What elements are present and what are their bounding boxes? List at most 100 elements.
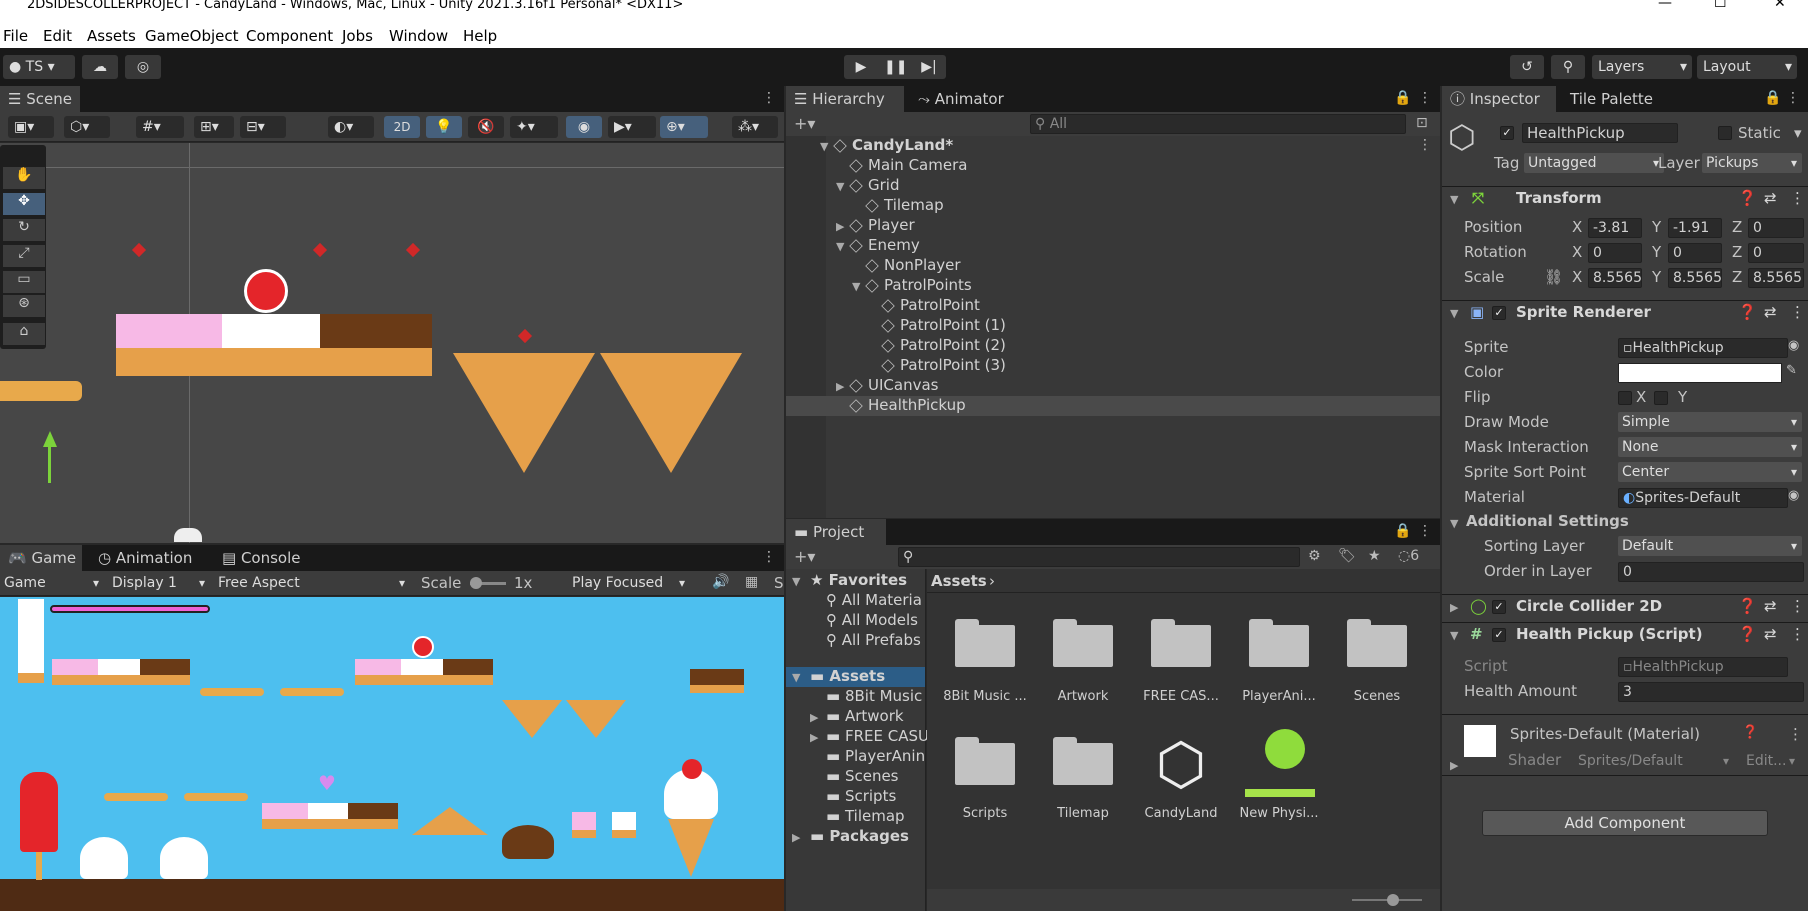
constrain-proportions-icon[interactable]: ⛓ [1544, 268, 1563, 286]
filter-type-icon[interactable]: ⚙ [1308, 548, 1321, 564]
additional-settings-label[interactable]: Additional Settings [1466, 512, 1629, 530]
close-icon[interactable]: ✕ [1774, 0, 1786, 10]
hierarchy-row[interactable]: HealthPickup [786, 396, 1440, 416]
tree-folder[interactable]: ▬ PlayerAnin [826, 747, 925, 765]
overlay-icon[interactable]: ⁂▾ [732, 116, 778, 138]
hierarchy-row[interactable]: Main Camera [786, 156, 1440, 176]
rotate-tool-icon[interactable]: ↻ [3, 219, 45, 241]
assets-tree-label[interactable]: ▬ Assets [810, 667, 885, 685]
visibility-icon[interactable]: ◉ [566, 116, 602, 138]
component-menu-icon[interactable]: ⋮ [1790, 189, 1805, 207]
tree-folder[interactable]: ▬ Scenes [826, 767, 899, 785]
shader-dropdown[interactable]: Sprites/Default [1574, 751, 1734, 771]
patrol-point-gizmo[interactable] [405, 242, 421, 258]
gizmos-label[interactable]: S [774, 574, 784, 592]
favorite-all-materials[interactable]: ⚲ All Materia [826, 591, 922, 609]
scene-viewport[interactable]: ✋ ✥ ↻ ⤢ ▭ ⊛ ⌂ [0, 143, 784, 543]
collapse-arrow-icon[interactable]: ▼ [852, 280, 860, 293]
hierarchy-row[interactable]: ▼ CandyLand* ⋮ [786, 136, 1440, 156]
game-view-dropdown[interactable]: Game [0, 573, 104, 593]
rotation-x-field[interactable]: 0 [1588, 243, 1642, 263]
grid-icon[interactable]: ⊞▾ [194, 116, 234, 138]
sprite-sort-point-dropdown[interactable]: Center [1618, 462, 1802, 482]
camera-icon[interactable]: ▶▾ [608, 116, 656, 138]
health-amount-field[interactable]: 3 [1618, 682, 1804, 702]
tab-console[interactable]: ▤ Console [214, 545, 301, 571]
hierarchy-row[interactable]: ▼ Enemy [786, 236, 1440, 256]
lighting-icon[interactable]: 💡 [426, 116, 462, 138]
tree-folder[interactable]: ▬ Artwork [826, 707, 904, 725]
grid-snap-icon[interactable]: #▾ [136, 116, 184, 138]
hierarchy-row[interactable]: ▼ PatrolPoints [786, 276, 1440, 296]
favorite-all-models[interactable]: ⚲ All Models [826, 611, 918, 629]
move-tool-icon[interactable]: ✥ [3, 193, 45, 215]
component-menu-icon[interactable]: ⋮ [1790, 303, 1805, 321]
step-button[interactable]: ▶| [912, 55, 946, 79]
script-enabled-checkbox[interactable]: ✓ [1492, 628, 1506, 642]
collab-icon[interactable]: ◎ [125, 55, 161, 79]
folder-icon[interactable] [1347, 619, 1407, 667]
preset-icon[interactable]: ⇄ [1764, 303, 1777, 321]
preset-icon[interactable]: ⇄ [1764, 189, 1777, 207]
scene-menu-icon[interactable]: ⋮ [762, 90, 776, 106]
help-icon[interactable]: ❓ [1738, 303, 1757, 321]
health-pickup-script-header[interactable]: ▼ # ✓ Health Pickup (Script) ❓ ⇄ ⋮ [1442, 622, 1808, 646]
circle-collider-enabled-checkbox[interactable]: ✓ [1492, 600, 1506, 614]
custom-tool-icon[interactable]: ⌂ [3, 323, 45, 345]
inspector-menu-icon[interactable]: ⋮ [1786, 90, 1800, 106]
transform-header[interactable]: ▼ ⤧ Transform ❓ ⇄ ⋮ [1442, 186, 1808, 210]
hierarchy-row[interactable]: NonPlayer [786, 256, 1440, 276]
display-dropdown[interactable]: Display 1 [108, 573, 210, 593]
tree-folder[interactable]: ▬ Tilemap [826, 807, 905, 825]
scale-tool-icon[interactable]: ⤢ [3, 245, 45, 267]
material-picker-icon[interactable]: ◉ [1788, 488, 1799, 503]
physics-material-icon[interactable] [1265, 729, 1305, 769]
folder-icon[interactable] [1151, 619, 1211, 667]
shader-edit-button[interactable]: Edit... [1742, 751, 1800, 771]
mask-interaction-dropdown[interactable]: None [1618, 437, 1802, 457]
component-menu-icon[interactable]: ⋮ [1790, 625, 1805, 643]
collapse-arrow[interactable]: ▼ [1450, 629, 1458, 642]
hierarchy-row[interactable]: ▶ Player [786, 216, 1440, 236]
lock-icon[interactable]: 🔒 [1394, 90, 1411, 106]
tree-arrow[interactable]: ▶ [810, 711, 818, 724]
favorite-icon[interactable]: ★ [1368, 548, 1381, 564]
packages-label[interactable]: ▬ Packages [810, 827, 909, 845]
color-swatch[interactable] [1618, 363, 1782, 383]
rotation-z-field[interactable]: 0 [1748, 243, 1804, 263]
play-button[interactable]: ▶ [844, 55, 878, 79]
collapse-arrow-icon[interactable]: ▼ [836, 180, 844, 193]
expand-arrow-icon[interactable]: ▶ [836, 380, 844, 393]
hierarchy-row[interactable]: ▶ UICanvas [786, 376, 1440, 396]
hierarchy-row[interactable]: PatrolPoint (3) [786, 356, 1440, 376]
help-icon[interactable]: ❓ [1738, 597, 1757, 615]
collapse-arrow[interactable]: ▼ [1450, 193, 1458, 206]
material-field[interactable]: ◐Sprites-Default [1618, 488, 1788, 508]
menu-file[interactable]: File [3, 27, 28, 45]
material-expand-arrow[interactable]: ▶ [1450, 759, 1458, 772]
breadcrumb-assets[interactable]: Assets [931, 572, 987, 590]
hierarchy-row[interactable]: PatrolPoint [786, 296, 1440, 316]
tab-hierarchy[interactable]: ☰ Hierarchy [786, 86, 904, 112]
sprite-field[interactable]: ▫HealthPickup [1618, 338, 1788, 358]
shading-icon[interactable]: ⬡▾ [64, 116, 110, 138]
collapse-arrow-icon[interactable]: ▼ [820, 140, 828, 153]
draw-mode-icon[interactable]: ▣▾ [8, 116, 54, 138]
transform-tool-icon[interactable]: ⊛ [3, 295, 45, 317]
folder-icon[interactable] [1053, 619, 1113, 667]
expand-arrow[interactable]: ▶ [1450, 601, 1458, 614]
minimize-icon[interactable]: — [1658, 0, 1672, 10]
flip-y-checkbox[interactable] [1654, 391, 1668, 405]
audio-icon[interactable]: 🔇 [468, 116, 504, 138]
packages-arrow[interactable]: ▶ [792, 831, 800, 844]
favorite-all-prefabs[interactable]: ⚲ All Prefabs [826, 631, 921, 649]
scale-y-field[interactable]: 8.5565 [1668, 268, 1722, 288]
project-create-icon[interactable]: +▾ [794, 547, 815, 566]
search-icon[interactable]: ⚲ [1551, 55, 1585, 79]
tab-game[interactable]: 🎮 Game [0, 545, 82, 571]
history-icon[interactable]: ↺ [1510, 55, 1544, 79]
hand-tool-icon[interactable]: ✋ [3, 167, 45, 189]
draw-mode-dropdown[interactable]: Simple [1618, 412, 1802, 432]
tab-animator[interactable]: ⤳ Animator [910, 86, 1004, 112]
create-icon[interactable]: +▾ [794, 114, 815, 133]
